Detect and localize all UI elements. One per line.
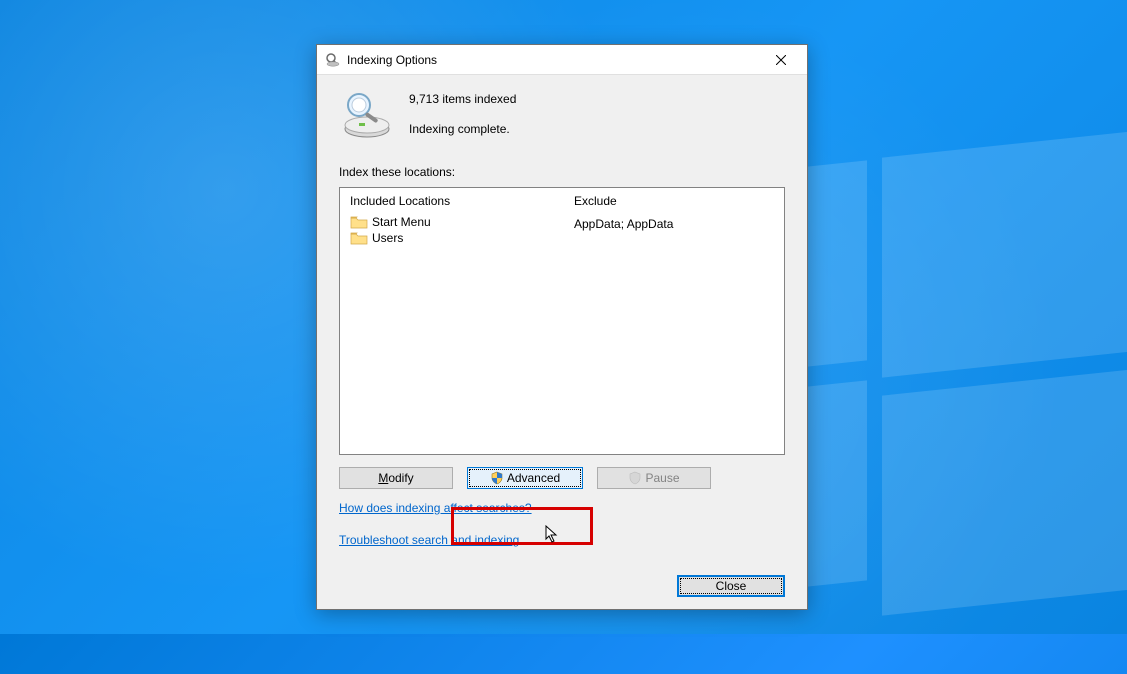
titlebar[interactable]: Indexing Options	[317, 45, 807, 75]
indexing-status-label: Indexing complete.	[409, 119, 516, 141]
folder-icon	[350, 215, 368, 229]
exclude-cell: AppData; AppData	[574, 216, 774, 232]
modify-button[interactable]: Modify	[339, 467, 453, 489]
close-icon	[776, 55, 786, 65]
location-name: Start Menu	[372, 215, 431, 229]
advanced-button-label: Advanced	[507, 471, 560, 485]
list-item[interactable]: Start Menu	[350, 214, 574, 230]
col-header-exclude[interactable]: Exclude	[574, 194, 774, 208]
index-locations-label: Index these locations:	[339, 165, 785, 179]
folder-icon	[350, 231, 368, 245]
shield-icon	[628, 471, 642, 485]
indexing-options-dialog: Indexing Options 9,713 items inde	[316, 44, 808, 610]
magnifier-drive-icon	[339, 87, 395, 143]
troubleshoot-link[interactable]: Troubleshoot search and indexing	[339, 533, 785, 547]
dialog-title: Indexing Options	[347, 53, 759, 67]
titlebar-close-button[interactable]	[759, 46, 803, 74]
advanced-button[interactable]: Advanced	[467, 467, 583, 489]
pause-button-label: Pause	[645, 471, 679, 485]
how-indexing-link[interactable]: How does indexing affect searches?	[339, 501, 785, 515]
location-name: Users	[372, 231, 403, 245]
col-header-included[interactable]: Included Locations	[350, 194, 574, 208]
close-button[interactable]: Close	[677, 575, 785, 597]
list-item[interactable]: Users	[350, 230, 574, 246]
indexing-icon	[325, 52, 341, 68]
locations-list[interactable]: Included Locations Exclude Start Menu	[339, 187, 785, 455]
items-indexed-label: 9,713 items indexed	[409, 89, 516, 111]
shield-icon	[490, 471, 504, 485]
close-button-label: Close	[716, 579, 747, 593]
pause-button: Pause	[597, 467, 711, 489]
